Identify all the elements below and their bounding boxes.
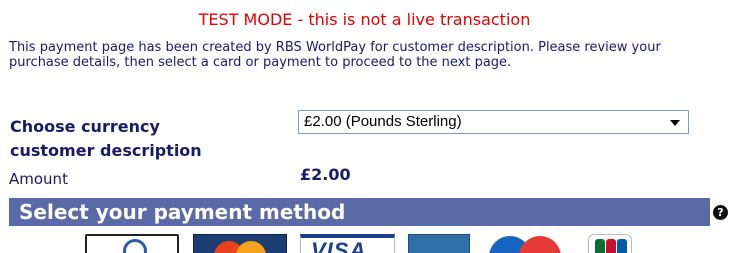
jcb-stripe-red — [606, 239, 616, 253]
jcb-stripe-green — [595, 239, 605, 253]
mastercard-icon[interactable] — [193, 234, 287, 253]
dropdown-arrow-icon[interactable] — [670, 120, 680, 126]
payment-page: TEST MODE - this is not a live transacti… — [0, 0, 729, 253]
test-mode-banner: TEST MODE - this is not a live transacti… — [198, 10, 531, 29]
amount-value: £2.00 — [300, 165, 351, 184]
visa-logo-text: VISA — [311, 238, 367, 253]
jcb-icon[interactable] — [588, 234, 632, 253]
maestro-icon[interactable] — [483, 234, 575, 253]
currency-label: Choose currency customer description — [10, 115, 250, 163]
payment-card-list: VISA — [0, 230, 729, 253]
payment-method-header: Select your payment method — [9, 198, 710, 226]
jcb-stripe-blue — [617, 239, 627, 253]
intro-text: This payment page has been created by RB… — [9, 40, 661, 70]
diners-club-card-icon[interactable] — [85, 234, 179, 253]
currency-label-line2: customer description — [10, 141, 202, 160]
visa-electron-icon[interactable] — [408, 234, 470, 253]
visa-icon[interactable]: VISA — [300, 234, 395, 253]
currency-selected-value: £2.00 (Pounds Sterling) — [304, 113, 462, 130]
amount-label: Amount — [9, 170, 68, 188]
help-icon[interactable]: ? — [713, 205, 728, 220]
currency-select[interactable]: £2.00 (Pounds Sterling) — [298, 110, 689, 134]
currency-label-line1: Choose currency — [10, 117, 160, 136]
